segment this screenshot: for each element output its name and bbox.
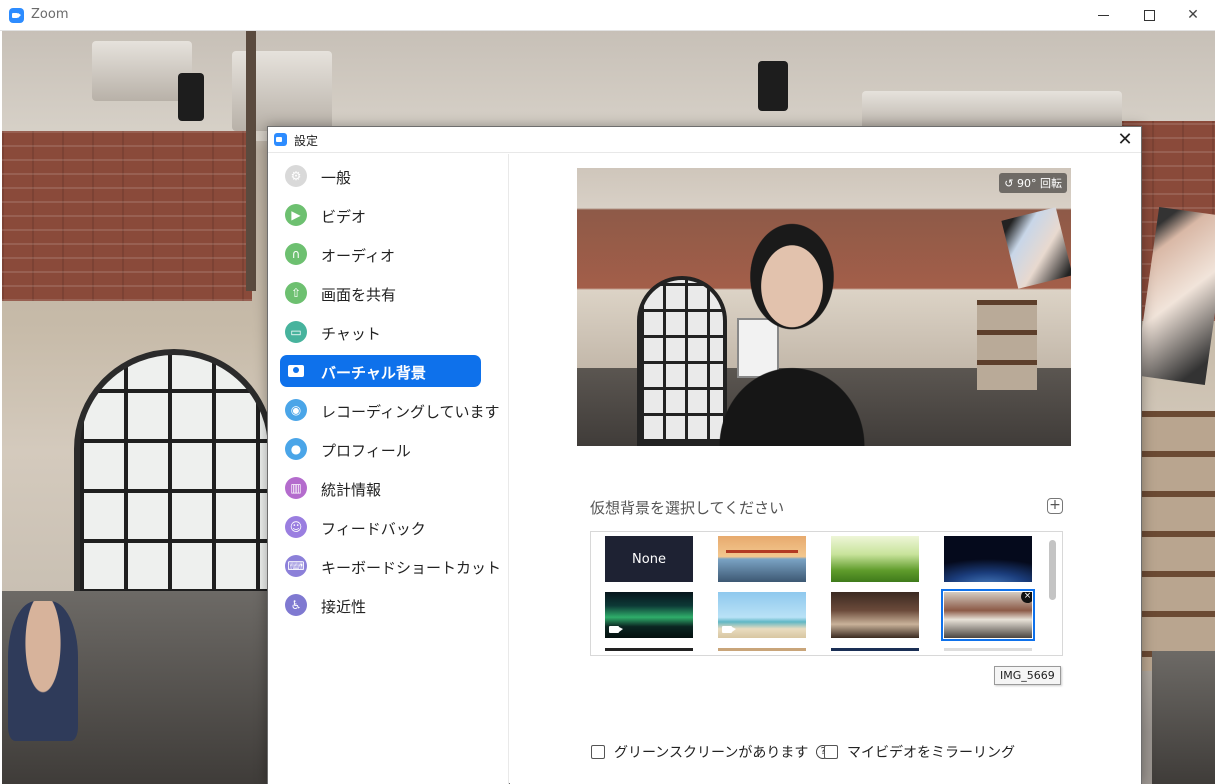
settings-titlebar: 設定 ✕ <box>268 127 1141 153</box>
plus-icon: + <box>1049 497 1061 513</box>
keyboard-icon: ⌨ <box>285 555 307 577</box>
sidebar-item-virtual-background[interactable]: バーチャル背景 <box>280 355 481 387</box>
none-label: None <box>632 551 666 567</box>
maximize-icon <box>1144 10 1155 21</box>
sidebar-item-keyboard-shortcuts[interactable]: ⌨ キーボードショートカット <box>280 550 501 582</box>
green-screen-label: グリーンスクリーンがあります <box>614 745 809 761</box>
background-gallery: None × <box>590 531 1063 656</box>
sidebar-item-video[interactable]: ▶ ビデオ <box>280 199 481 231</box>
app-title: Zoom <box>31 7 69 22</box>
bookshelf <box>1142 411 1215 671</box>
office-desks <box>1152 651 1215 784</box>
rotate-icon: ↺ <box>1004 177 1017 190</box>
sidebar-item-statistics[interactable]: ▥ 統計情報 <box>280 472 481 504</box>
background-thumb-partial[interactable] <box>831 648 919 651</box>
ceiling-lamp <box>758 61 788 111</box>
preview-person <box>717 204 867 446</box>
sidebar-item-label: 一般 <box>321 169 352 187</box>
background-thumb-aurora[interactable] <box>605 592 693 638</box>
share-screen-icon: ⇧ <box>285 282 307 304</box>
zoom-logo-icon <box>274 133 287 146</box>
minimize-button[interactable] <box>1081 0 1127 31</box>
add-background-button[interactable]: + <box>1047 498 1063 514</box>
sidebar-item-label: バーチャル背景 <box>321 364 426 382</box>
sidebar-item-label: レコーディングしています <box>321 403 500 421</box>
sidebar-item-profile[interactable]: ● プロフィール <box>280 433 481 465</box>
close-window-button[interactable]: ✕ <box>1170 0 1215 31</box>
settings-dialog: 設定 ✕ ⚙ 一般 ▶ ビデオ ∩ オーディオ ⇧ 画面を共有 ▭ チャット バ… <box>267 126 1142 784</box>
background-thumb-beach[interactable] <box>718 592 806 638</box>
sidebar-item-feedback[interactable]: ☺ フィードバック <box>280 511 481 543</box>
app-titlebar: Zoom ✕ <box>0 0 1215 31</box>
background-thumb-grass[interactable] <box>831 536 919 582</box>
settings-close-button[interactable]: ✕ <box>1113 128 1137 152</box>
choose-background-heading: 仮想背景を選択してください <box>590 499 785 517</box>
preview-bookshelf <box>977 300 1037 390</box>
maximize-button[interactable] <box>1127 0 1173 31</box>
sidebar-item-label: プロフィール <box>321 442 411 460</box>
sidebar-item-audio[interactable]: ∩ オーディオ <box>280 238 481 270</box>
background-thumb-partial[interactable] <box>605 648 693 651</box>
remove-background-button[interactable]: × <box>1021 592 1032 603</box>
minimize-icon <box>1098 15 1109 16</box>
headphones-icon: ∩ <box>285 243 307 265</box>
background-person <box>8 601 78 741</box>
mirror-video-option[interactable]: マイビデオをミラーリング <box>824 742 1015 762</box>
sidebar-item-accessibility[interactable]: ♿ 接近性 <box>280 589 481 621</box>
sidebar-item-label: 接近性 <box>321 598 367 616</box>
gallery-scrollbar[interactable] <box>1049 540 1056 600</box>
thumbnail-tooltip: IMG_5669 <box>994 666 1061 685</box>
sidebar-item-share-screen[interactable]: ⇧ 画面を共有 <box>280 277 481 309</box>
profile-icon: ● <box>285 438 307 460</box>
settings-title: 設定 <box>294 134 319 148</box>
sidebar-item-label: キーボードショートカット <box>321 559 502 577</box>
gear-icon: ⚙ <box>285 165 307 187</box>
sidebar-item-general[interactable]: ⚙ 一般 <box>280 160 481 192</box>
sidebar-item-label: ビデオ <box>321 208 367 226</box>
zoom-logo-icon <box>9 8 24 23</box>
video-preview: ↺ 90° 回転 <box>577 168 1071 446</box>
background-thumb-img-5669[interactable]: × <box>941 589 1035 641</box>
sidebar-item-label: 統計情報 <box>321 481 382 499</box>
preview-window <box>637 276 727 446</box>
virtual-background-icon <box>285 360 307 382</box>
close-icon: ✕ <box>1187 7 1199 23</box>
sidebar-item-label: フィードバック <box>321 520 426 538</box>
mirror-video-checkbox[interactable] <box>824 745 838 759</box>
green-screen-option[interactable]: グリーンスクリーンがあります ? <box>591 742 831 762</box>
ceiling-duct <box>862 91 1122 131</box>
close-icon: ✕ <box>1117 129 1133 150</box>
record-icon: ◉ <box>285 399 307 421</box>
sidebar-item-label: チャット <box>321 325 381 343</box>
background-thumb-golden-gate[interactable] <box>718 536 806 582</box>
ceiling-lamp <box>178 73 204 121</box>
video-badge-icon <box>722 626 736 633</box>
rotate-90-button[interactable]: ↺ 90° 回転 <box>999 173 1067 193</box>
sidebar-item-chat[interactable]: ▭ チャット <box>280 316 481 348</box>
accessibility-icon: ♿ <box>285 594 307 616</box>
sidebar-item-label: オーディオ <box>321 247 395 265</box>
sidebar-item-label: 画面を共有 <box>321 286 397 304</box>
background-thumb-earth[interactable] <box>944 536 1032 582</box>
ceiling-beam <box>246 31 256 291</box>
settings-sidebar: ⚙ 一般 ▶ ビデオ ∩ オーディオ ⇧ 画面を共有 ▭ チャット バーチャル背… <box>268 154 509 784</box>
mirror-video-label: マイビデオをミラーリング <box>847 745 1015 761</box>
background-thumb-partial[interactable] <box>718 648 806 651</box>
brick-wall <box>2 131 252 301</box>
video-icon: ▶ <box>285 204 307 226</box>
rotate-label: 90° 回転 <box>1017 177 1062 190</box>
background-thumb-cafe[interactable] <box>831 592 919 638</box>
statistics-icon: ▥ <box>285 477 307 499</box>
preview-tv <box>1001 207 1071 289</box>
green-screen-checkbox[interactable] <box>591 745 605 759</box>
ceiling-duct <box>92 41 192 101</box>
virtual-background-panel: ↺ 90° 回転 仮想背景を選択してください + None × IMG_5669… <box>510 154 1141 784</box>
sidebar-item-recording[interactable]: ◉ レコーディングしています <box>280 394 500 426</box>
video-badge-icon <box>609 626 623 633</box>
background-thumb-none[interactable]: None <box>605 536 693 582</box>
background-thumb-partial[interactable] <box>944 648 1032 651</box>
feedback-icon: ☺ <box>285 516 307 538</box>
chat-icon: ▭ <box>285 321 307 343</box>
